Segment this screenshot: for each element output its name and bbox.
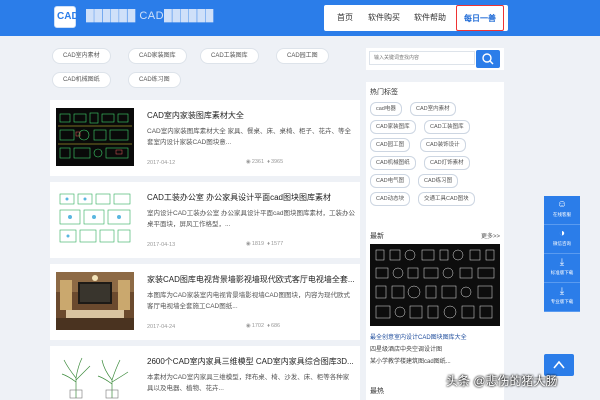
- thumb-up-icon: ♦: [267, 241, 270, 247]
- top-header: CAD ██████ CAD██████ 首页 软件购买 软件帮助 每日一善: [0, 0, 600, 36]
- watermark: 头条 @悲伤的猪大肠: [446, 374, 558, 388]
- wechat-consult-button[interactable]: ◑ 微信咨询: [544, 225, 580, 254]
- float-label: 微信咨询: [553, 241, 571, 246]
- eye-icon: ◉: [246, 241, 251, 247]
- search-button[interactable]: [476, 50, 500, 68]
- category-tag[interactable]: CAD工装图库: [200, 48, 259, 64]
- article-likes: 686: [270, 323, 281, 329]
- eye-icon: ◉: [246, 159, 251, 165]
- hot-tag[interactable]: cad电器: [370, 102, 402, 116]
- category-tags: CAD室内素材 CAD家装图库 CAD工装图库 CAD园工图 CAD机械图纸 C…: [50, 42, 360, 92]
- article-date: 2017-04-13: [147, 242, 176, 248]
- search-box: [366, 48, 504, 70]
- hot-tag[interactable]: CAD工装图库: [424, 120, 470, 134]
- hot-tag[interactable]: CAD园工图: [370, 138, 411, 152]
- hot-tag[interactable]: CAD室内素材: [410, 102, 456, 116]
- eye-icon: ◉: [246, 323, 251, 329]
- hot-tag[interactable]: CAD家装图库: [370, 120, 416, 134]
- standard-download-button[interactable]: ⤓ 标准版下载: [544, 254, 580, 283]
- article-stats: ◉1702 ♦686: [246, 323, 280, 329]
- hot-tag[interactable]: 交通工具CAD图块: [418, 192, 475, 206]
- category-tag[interactable]: CAD园工图: [276, 48, 329, 64]
- article-card[interactable]: 2600个CAD室内家具三维模型 CAD室内家具综合图库3D... 本素材为CA…: [50, 346, 360, 400]
- latest-item-title[interactable]: 最全创意室内设计CAD图块图库大全: [370, 332, 467, 341]
- logo-text: CAD: [57, 11, 79, 22]
- hot-tags-title: 热门标签: [370, 89, 398, 96]
- article-thumbnail[interactable]: [56, 108, 134, 166]
- nav-daily-good[interactable]: 每日一善: [456, 5, 504, 31]
- latest-thumbnail[interactable]: [370, 244, 500, 326]
- pro-download-button[interactable]: ⤓ 专业版下载: [544, 283, 580, 312]
- article-likes: 3965: [270, 159, 284, 165]
- article-card[interactable]: CAD工装办公室 办公家具设计平面cad图块图库素材 室内设计CAD工装办公室 …: [50, 182, 360, 258]
- nav-software-help[interactable]: 软件帮助: [410, 5, 450, 31]
- online-service-button[interactable]: ☺ 在线客服: [544, 196, 580, 225]
- chat-icon: ☺: [556, 199, 568, 210]
- article-card[interactable]: CAD室内家装图库素材大全 CAD室内家装图库素材大全 家具、餐桌、床、桌椅、柜…: [50, 100, 360, 176]
- article-thumbnail[interactable]: [56, 190, 134, 248]
- hottest-title: 最热: [370, 388, 384, 395]
- download-icon: ⤓: [559, 257, 565, 268]
- latest-title: 最新: [370, 233, 384, 240]
- article-card[interactable]: 家装CAD图库电视背景墙影视墙现代欧式客厅电视墙全套... 本图库为CAD家装室…: [50, 264, 360, 340]
- nav-buy-software[interactable]: 软件购买: [364, 5, 404, 31]
- nav-home[interactable]: 首页: [330, 5, 360, 31]
- hot-tag[interactable]: CAD练习图: [418, 174, 459, 188]
- article-thumbnail[interactable]: [56, 354, 134, 400]
- article-description: 室内设计CAD工装办公室 办公家具设计平面cad图块图库素材，工装办公桌平面块，…: [147, 210, 356, 228]
- article-title[interactable]: 2600个CAD室内家具三维模型 CAD室内家具综合图库3D...: [147, 356, 355, 367]
- hot-tag[interactable]: CAD动态块: [370, 192, 411, 206]
- article-title[interactable]: CAD室内家装图库素材大全: [147, 110, 355, 121]
- thumb-up-icon: ♦: [267, 159, 270, 165]
- hot-tag[interactable]: CAD装饰设计: [420, 138, 466, 152]
- site-name: ██████ CAD██████: [86, 10, 214, 22]
- article-title[interactable]: 家装CAD图库电视背景墙影视墙现代欧式客厅电视墙全套...: [147, 274, 355, 285]
- category-tag[interactable]: CAD家装图库: [128, 48, 187, 64]
- article-likes: 1577: [270, 241, 284, 247]
- category-tag[interactable]: CAD室内素材: [52, 48, 111, 64]
- article-description: 本图库为CAD家装室内电视背景墙影视墙CAD图图块，内容为现代欧式客厅电视墙全套…: [147, 292, 350, 310]
- article-stats: ◉1819 ♦1577: [246, 241, 283, 247]
- main-nav: 首页 软件购买 软件帮助 每日一善: [324, 5, 508, 31]
- wechat-icon: ◑: [558, 228, 566, 239]
- float-label: 标准版下载: [550, 270, 574, 275]
- article-description: 本素材为CAD室内家具三维模型，拜布桌、椅、沙发、床、柜等各种家具以及电器、植物…: [147, 374, 350, 392]
- article-stats: ◉2361 ♦3965: [246, 159, 283, 165]
- hot-tag[interactable]: CAD电气图: [370, 174, 411, 188]
- latest-item[interactable]: 某小学教学楼建筑图cad图纸...: [370, 356, 451, 365]
- article-views: 2361: [251, 159, 265, 165]
- category-tag[interactable]: CAD练习图: [128, 72, 181, 88]
- hot-tag[interactable]: CAD机械图纸: [370, 156, 416, 170]
- article-views: 1702: [251, 323, 265, 329]
- search-input[interactable]: [369, 51, 475, 65]
- article-views: 1819: [251, 241, 265, 247]
- article-description: CAD室内家装图库素材大全 家具、餐桌、床、桌椅、柜子、花卉、等全套室内设计家装…: [147, 128, 352, 146]
- article-title[interactable]: CAD工装办公室 办公家具设计平面cad图块图库素材: [147, 192, 355, 203]
- article-thumbnail[interactable]: [56, 272, 134, 330]
- hot-tag[interactable]: CAD灯饰素材: [424, 156, 470, 170]
- latest-item[interactable]: 四星级酒店中央空调设计图: [370, 344, 442, 353]
- site-logo[interactable]: CAD: [54, 6, 79, 28]
- article-date: 2017-04-24: [147, 324, 176, 330]
- thumb-up-icon: ♦: [267, 323, 270, 329]
- search-icon: [482, 53, 494, 65]
- article-date: 2017-04-12: [147, 160, 176, 166]
- float-label: 在线客服: [553, 212, 571, 217]
- latest-more-link[interactable]: 更多>>: [481, 231, 500, 240]
- category-tag[interactable]: CAD机械图纸: [52, 72, 111, 88]
- download-icon: ⤓: [559, 286, 565, 297]
- float-label: 专业版下载: [550, 299, 574, 304]
